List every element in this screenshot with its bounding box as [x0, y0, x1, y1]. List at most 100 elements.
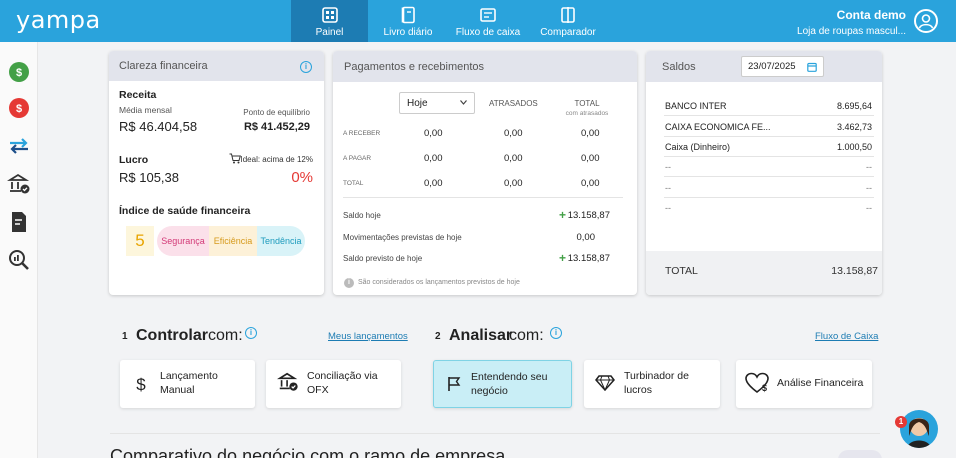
date-picker[interactable]: 23/07/2025 — [741, 56, 824, 77]
entendendo-negocio-button[interactable]: Entendendo seu negócio — [433, 360, 572, 408]
bank-check-icon — [277, 372, 298, 391]
saldo-name: -- — [665, 203, 671, 213]
action-label: Conciliação via — [307, 370, 378, 382]
top-bar: yampa Painel Livro diário Fluxo de caixa… — [0, 0, 956, 42]
equilibrio-value: R$ 41.452,29 — [243, 121, 310, 133]
row-value: 0,00 — [581, 178, 600, 189]
dollar-icon: $ — [136, 375, 146, 394]
transfer-icon[interactable] — [7, 134, 31, 158]
row-value: 0,00 — [504, 128, 523, 139]
nav-label: Livro diário — [383, 27, 433, 38]
row-label: A RECEBER — [343, 130, 381, 137]
nav-livro-diario[interactable]: Livro diário — [368, 0, 448, 42]
fluxo-de-caixa-link[interactable]: Fluxo de Caixa — [815, 331, 878, 342]
equilibrio-label: Ponto de equilíbrio — [243, 108, 310, 117]
svg-text:$: $ — [136, 375, 146, 394]
divider — [664, 136, 874, 137]
expense-icon[interactable]: $ — [7, 96, 31, 120]
journal-icon — [401, 6, 415, 24]
controlar-num: 1 — [122, 331, 128, 342]
info-icon[interactable]: i — [245, 327, 257, 339]
controlar-title: Controlar — [136, 327, 208, 344]
saldo-value: -- — [866, 183, 872, 193]
action-label: Análise Financeira — [777, 377, 864, 389]
action-label: OFX — [307, 384, 329, 396]
previsto-value: 13.158,87 — [567, 253, 610, 264]
heart-dollar-icon: $ — [745, 372, 769, 394]
analisar-num: 2 — [435, 331, 441, 342]
saldo-name: Caixa (Dinheiro) — [665, 142, 731, 152]
bottom-control[interactable] — [838, 450, 882, 458]
saldo-value: -- — [866, 203, 872, 213]
saldos-card: Saldos 23/07/2025 BANCO INTER 8.695,64 C… — [646, 51, 882, 295]
meus-lancamentos-link[interactable]: Meus lançamentos — [328, 331, 408, 342]
plus-icon: + — [559, 208, 567, 222]
col-total-sub: com atrasados — [565, 110, 609, 117]
analisar-suffix: com: — [509, 327, 544, 344]
analise-financeira-button[interactable]: $ Análise Financeira — [736, 360, 872, 408]
conciliacao-ofx-button[interactable]: Conciliação via OFX — [266, 360, 401, 408]
pagamentos-header: Pagamentos e recebimentos — [333, 51, 637, 82]
tag-seguranca[interactable]: Segurança — [157, 226, 209, 256]
row-label: TOTAL — [343, 180, 364, 187]
flag-icon — [448, 377, 461, 391]
compare-icon — [561, 7, 575, 23]
account-store: Loja de roupas mascul... — [797, 26, 906, 37]
saldo-name: -- — [665, 183, 671, 193]
user-avatar-icon[interactable] — [914, 9, 938, 33]
info-icon[interactable]: i — [300, 61, 312, 73]
income-icon[interactable]: $ — [7, 60, 31, 84]
dashboard-icon — [321, 7, 338, 23]
turbinador-lucros-button[interactable]: Turbinador de lucros — [584, 360, 720, 408]
health-score: 5 — [126, 226, 154, 256]
media-label: Média mensal — [119, 105, 172, 115]
divider — [664, 176, 874, 177]
saldo-name: CAIXA ECONOMICA FE... — [665, 122, 771, 132]
account-menu[interactable]: Conta demo Loja de roupas mascul... — [797, 8, 906, 37]
controlar-suffix: com: — [208, 327, 243, 344]
support-agent-icon — [907, 418, 931, 448]
period-value: Hoje — [407, 98, 428, 109]
saldo-value: 3.462,73 — [836, 122, 872, 132]
app-logo[interactable]: yampa — [16, 6, 101, 34]
divider — [664, 197, 874, 198]
tag-tendencia[interactable]: Tendência — [257, 226, 305, 256]
indice-label: Índice de saúde financeira — [119, 205, 251, 217]
period-select[interactable]: Hoje — [399, 92, 475, 114]
saldo-value: 8.695,64 — [836, 101, 872, 111]
action-label: Manual — [160, 384, 195, 396]
bank-check-icon[interactable] — [7, 172, 31, 196]
saldo-hoje-label: Saldo hoje — [343, 211, 381, 220]
clareza-card: Clareza financeira i Receita Média mensa… — [109, 51, 324, 295]
action-label: negócio — [471, 385, 508, 397]
pagamentos-note: São considerados os lançamentos previsto… — [358, 279, 520, 286]
saldo-hoje-value: 13.158,87 — [567, 210, 610, 221]
analisar-title: Analisar — [449, 327, 513, 344]
saldo-value: 1.000,50 — [836, 142, 872, 152]
nav-painel[interactable]: Painel — [291, 0, 368, 42]
divider — [110, 433, 880, 434]
lancamento-manual-button[interactable]: $ Lançamento Manual — [120, 360, 255, 408]
document-edit-icon[interactable] — [7, 210, 31, 234]
divider — [664, 115, 874, 116]
lucro-label: Lucro — [119, 154, 149, 166]
diamond-icon — [595, 375, 615, 391]
nav-fluxo-de-caixa[interactable]: Fluxo de caixa — [448, 0, 528, 42]
tag-eficiencia[interactable]: Eficiência — [209, 226, 257, 256]
cart-icon — [229, 153, 241, 164]
info-icon[interactable]: i — [550, 327, 562, 339]
chat-avatar[interactable] — [900, 410, 938, 448]
previsto-label: Saldo previsto de hoje — [343, 254, 423, 263]
row-value: 0,00 — [581, 153, 600, 164]
info-icon: i — [344, 278, 354, 288]
plus-icon: + — [559, 251, 567, 265]
analysis-icon[interactable] — [7, 248, 31, 272]
total-label: TOTAL — [665, 265, 698, 277]
saldo-value: -- — [866, 162, 872, 172]
ideal-label: Ideal: acima de 12% — [240, 155, 314, 164]
calendar-icon — [807, 62, 817, 72]
row-value: 0,00 — [504, 153, 523, 164]
date-value: 23/07/2025 — [748, 61, 796, 72]
clareza-title: Clareza financeira — [119, 60, 208, 72]
nav-comparador[interactable]: Comparador — [528, 0, 608, 42]
